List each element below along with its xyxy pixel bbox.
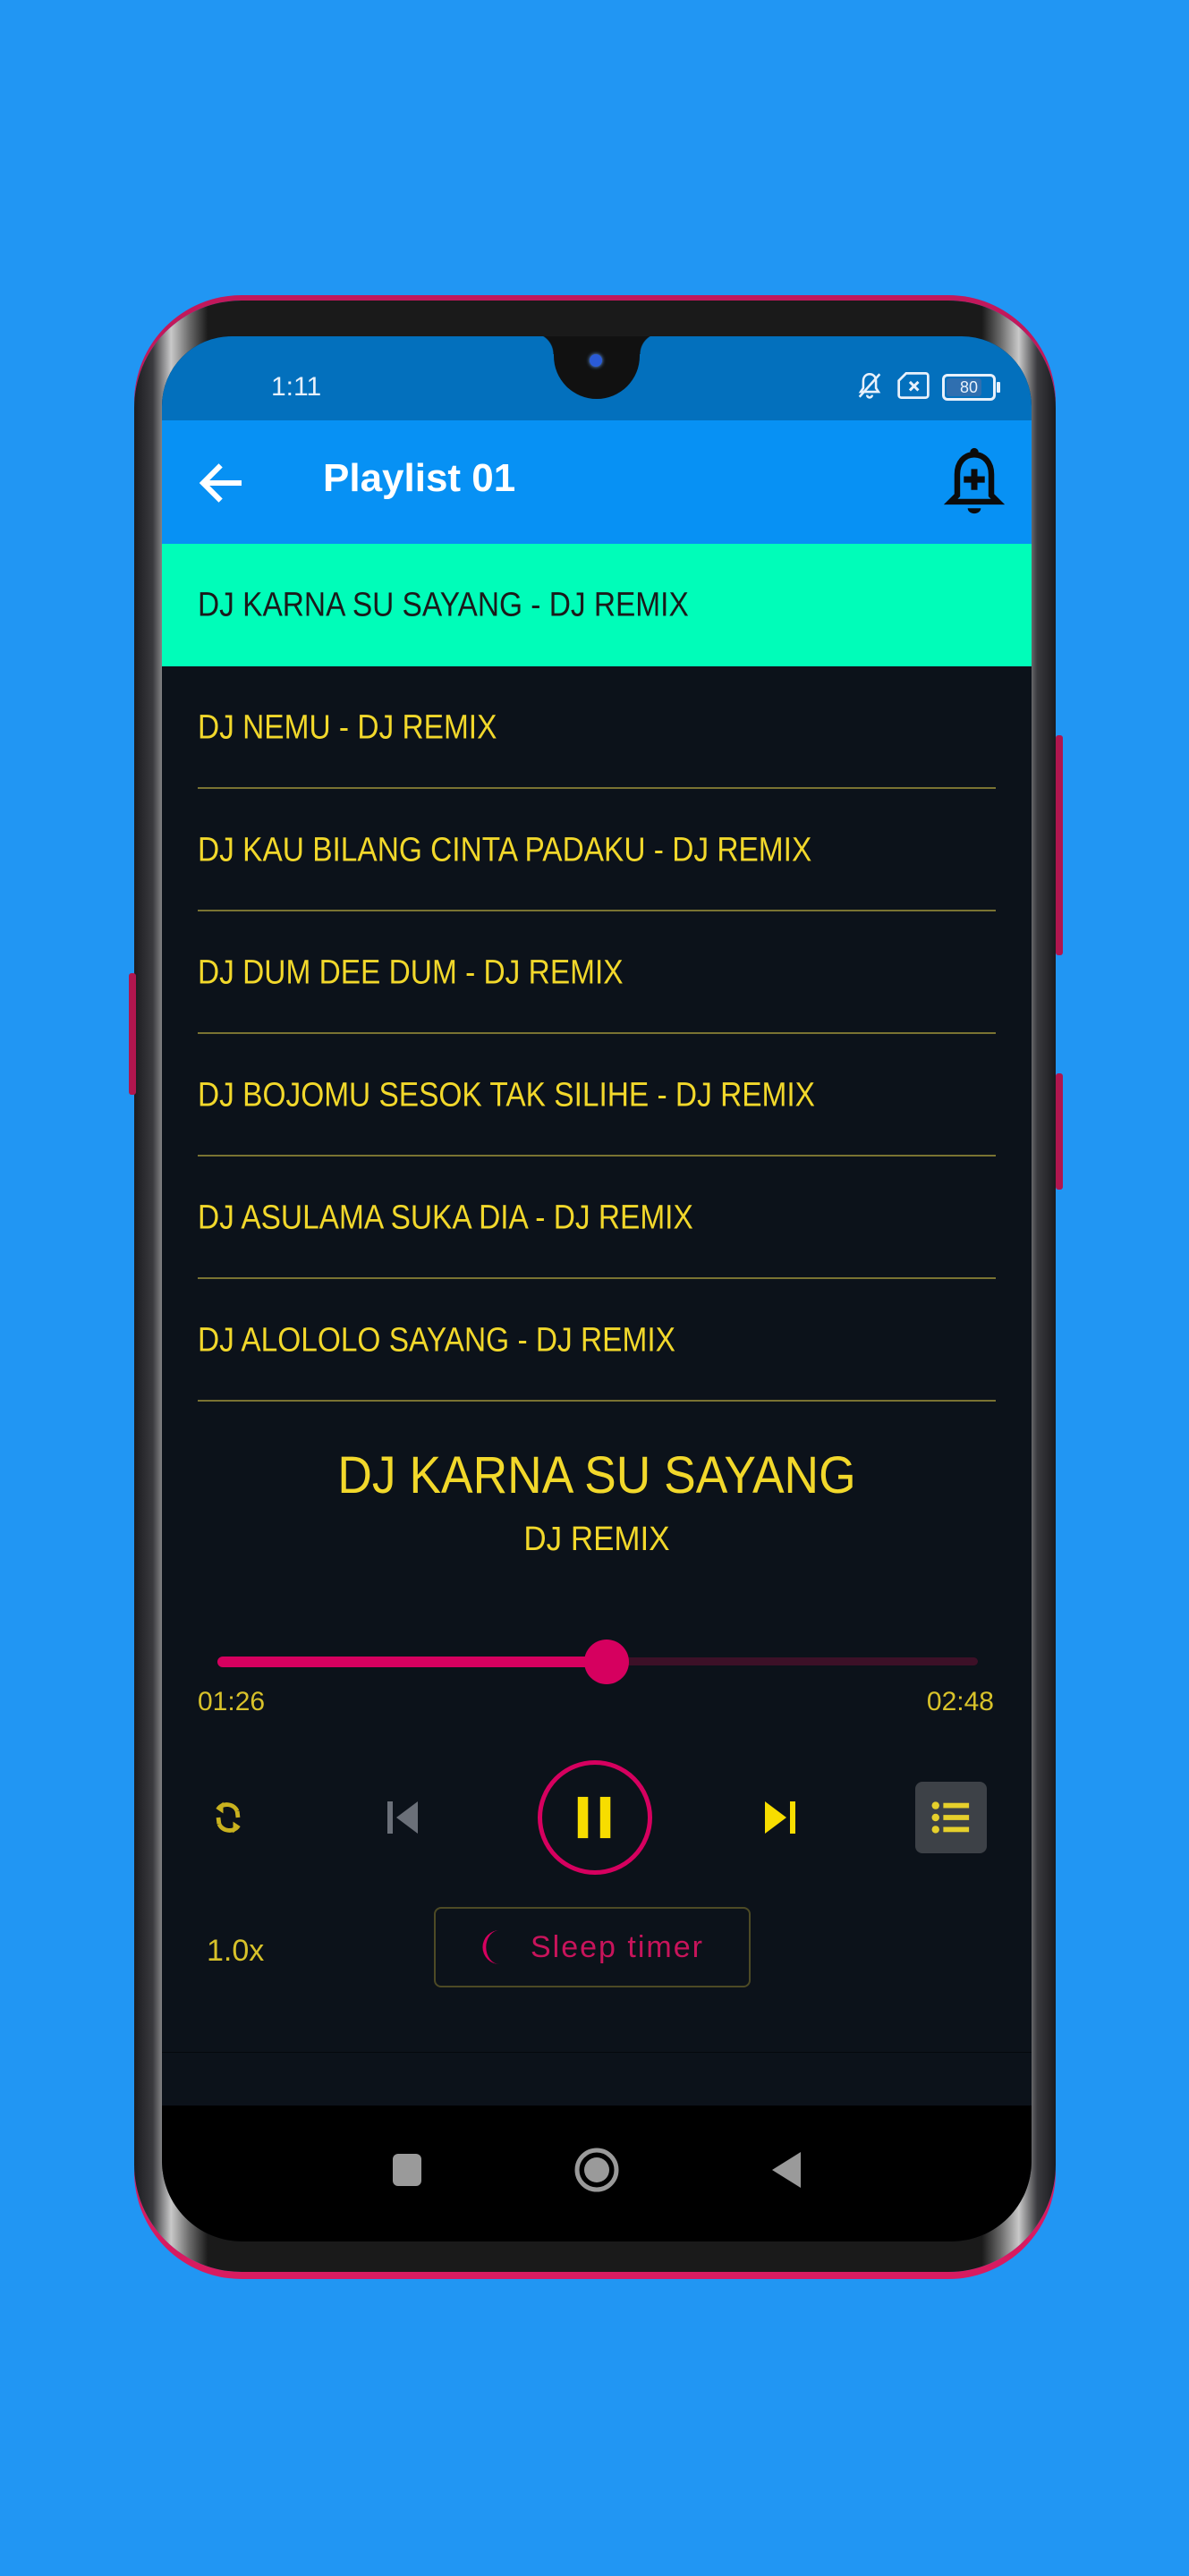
track-label: DJ KAU BILANG CINTA PADAKU - DJ REMIX: [198, 831, 812, 869]
repeat-icon: [216, 1801, 241, 1834]
pause-button[interactable]: [538, 1760, 652, 1875]
playback-controls: [162, 1758, 1032, 1884]
skip-next-icon: [765, 1801, 795, 1834]
arrow-left-icon: [199, 463, 242, 503]
home-icon: [574, 2148, 619, 2192]
status-icons: 80: [854, 370, 1000, 404]
playlist-toggle-button[interactable]: [915, 1782, 987, 1853]
seek-bar[interactable]: [217, 1640, 978, 1684]
back-button[interactable]: [194, 456, 248, 510]
front-camera: [590, 354, 602, 367]
divider: [162, 2052, 1032, 2053]
track-label: DJ KARNA SU SAYANG - DJ REMIX: [198, 586, 689, 623]
next-button[interactable]: [752, 1791, 806, 1844]
volume-button: [129, 973, 136, 1095]
system-back-button[interactable]: [760, 2143, 813, 2197]
now-playing-artist: DJ REMIX: [523, 1521, 670, 1558]
power-button: [1056, 735, 1063, 955]
track-item[interactable]: DJ BOJOMU SESOK TAK SILIHE - DJ REMIX: [162, 1034, 1032, 1157]
playback-speed-button[interactable]: 1.0x: [207, 1934, 264, 1969]
previous-button[interactable]: [377, 1791, 430, 1844]
total-time: 02:48: [926, 1687, 994, 1716]
page-title: Playlist 01: [323, 456, 516, 500]
track-item-active[interactable]: DJ KARNA SU SAYANG - DJ REMIX: [162, 544, 1032, 666]
track-item[interactable]: DJ DUM DEE DUM - DJ REMIX: [162, 911, 1032, 1034]
now-playing-title: DJ KARNA SU SAYANG: [337, 1446, 856, 1504]
track-label: DJ NEMU - DJ REMIX: [198, 708, 497, 746]
track-label: DJ DUM DEE DUM - DJ REMIX: [198, 953, 624, 991]
skip-previous-icon: [387, 1801, 418, 1834]
battery-level: 80: [959, 378, 979, 396]
home-button[interactable]: [570, 2143, 624, 2197]
playlist: DJ KARNA SU SAYANG - DJ REMIX DJ NEMU - …: [162, 544, 1032, 1402]
seek-progress: [217, 1657, 607, 1667]
divider: [198, 1400, 996, 1402]
screen: 1:11 80 Playlist 01 DJ KARNA SU SAYANG -…: [162, 336, 1032, 2241]
track-item[interactable]: DJ NEMU - DJ REMIX: [162, 666, 1032, 789]
bell-off-icon: [854, 370, 885, 404]
track-item[interactable]: DJ ASULAMA SUKA DIA - DJ REMIX: [162, 1157, 1032, 1279]
sleep-timer-button[interactable]: Sleep timer: [434, 1907, 751, 1987]
track-label: DJ ALOLOLO SAYANG - DJ REMIX: [198, 1321, 675, 1359]
camera-notch: [532, 336, 661, 399]
add-alarm-button[interactable]: [942, 445, 1006, 519]
side-button: [1056, 1073, 1063, 1190]
status-bar: 1:11 80: [162, 336, 1032, 420]
pause-icon: [577, 1796, 611, 1839]
back-icon: [772, 2152, 801, 2188]
recents-button[interactable]: [380, 2143, 434, 2197]
battery-icon: 80: [942, 374, 1000, 401]
track-label: DJ ASULAMA SUKA DIA - DJ REMIX: [198, 1199, 693, 1236]
no-sim-icon: [897, 372, 930, 402]
list-icon: [931, 1801, 970, 1834]
system-nav-bar: [162, 2106, 1032, 2241]
moon-icon: [482, 1929, 500, 1965]
recents-icon: [393, 2154, 421, 2186]
current-time: 01:26: [198, 1687, 266, 1716]
repeat-button[interactable]: [201, 1791, 255, 1844]
track-item[interactable]: DJ ALOLOLO SAYANG - DJ REMIX: [162, 1279, 1032, 1402]
track-item[interactable]: DJ KAU BILANG CINTA PADAKU - DJ REMIX: [162, 789, 1032, 911]
app-bar: Playlist 01: [162, 420, 1032, 544]
sleep-timer-label: Sleep timer: [531, 1929, 704, 1964]
bell-plus-icon: [943, 447, 1006, 514]
status-time: 1:11: [271, 372, 322, 402]
track-label: DJ BOJOMU SESOK TAK SILIHE - DJ REMIX: [198, 1076, 815, 1114]
seek-thumb[interactable]: [584, 1640, 630, 1684]
